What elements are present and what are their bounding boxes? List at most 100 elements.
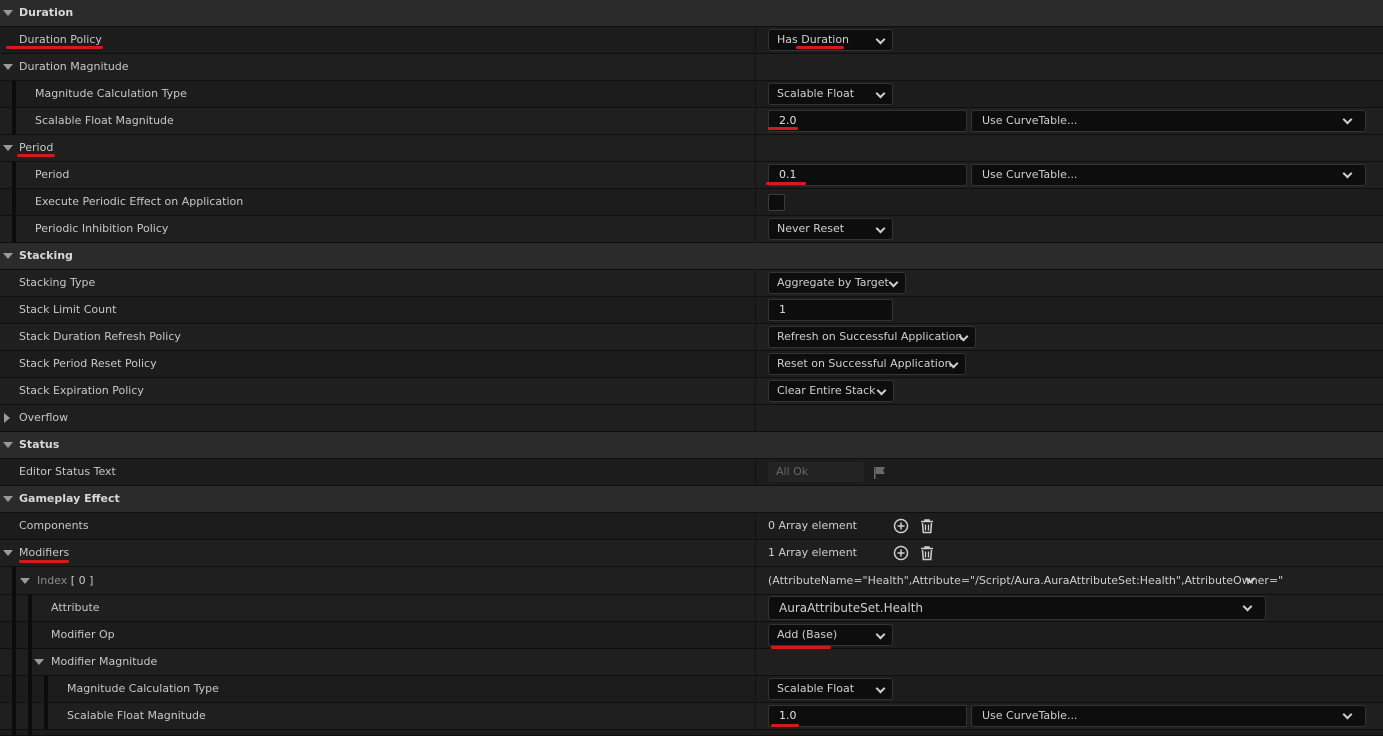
stacking-type-dropdown[interactable]: Aggregate by Target xyxy=(768,272,906,294)
trash-icon[interactable] xyxy=(919,545,935,561)
dropdown-value: Add (Base) xyxy=(777,628,838,641)
dropdown-chevron-icon xyxy=(875,88,886,99)
dropdown-value: Scalable Float xyxy=(777,682,855,695)
row-stack-reset: Stack Period Reset Policy Reset on Succe… xyxy=(0,351,1383,378)
collapse-triangle-icon[interactable] xyxy=(3,550,13,556)
dropdown-value: Clear Entire Stack xyxy=(777,384,876,397)
property-label: Stack Duration Refresh Policy xyxy=(19,330,181,343)
property-label: Execute Periodic Effect on Application xyxy=(35,195,244,208)
add-element-icon[interactable] xyxy=(893,545,909,561)
annotation-underline xyxy=(771,724,799,727)
modifier-calc-type-dropdown[interactable]: Scalable Float xyxy=(768,678,893,700)
group-label: Period xyxy=(19,141,54,154)
category-label: Gameplay Effect xyxy=(19,492,120,505)
duration-curvetable-dropdown[interactable]: Use CurveTable... xyxy=(971,110,1366,132)
row-attribute: Attribute AuraAttributeSet.Health xyxy=(0,595,1383,622)
dropdown-chevron-icon xyxy=(875,683,886,694)
stack-limit-input[interactable]: 1 xyxy=(768,299,893,321)
category-gameplay-effect[interactable]: Gameplay Effect xyxy=(0,486,1383,513)
dropdown-chevron-icon xyxy=(875,629,886,640)
annotation-underline xyxy=(766,182,806,185)
annotation-underline xyxy=(19,560,69,563)
property-label: Attribute xyxy=(51,601,100,614)
group-label: Duration Magnitude xyxy=(19,60,129,73)
annotation-underline xyxy=(771,646,831,649)
property-label: Stack Period Reset Policy xyxy=(19,357,157,370)
row-modifiers[interactable]: Modifiers 1 Array element xyxy=(0,540,1383,567)
collapse-triangle-icon[interactable] xyxy=(3,442,13,448)
row-period: Period 0.1 Use CurveTable... xyxy=(0,162,1383,189)
add-element-icon[interactable] xyxy=(893,518,909,534)
inhibition-policy-dropdown[interactable]: Never Reset xyxy=(768,218,893,240)
property-label: Modifier Op xyxy=(51,628,115,641)
collapse-triangle-icon[interactable] xyxy=(3,64,13,70)
row-editor-status: Editor Status Text All Ok xyxy=(0,459,1383,486)
collapse-triangle-icon[interactable] xyxy=(3,145,13,151)
dropdown-chevron-icon xyxy=(875,223,886,234)
modifiers-count: 1 Array element xyxy=(768,546,857,559)
annotation-underline xyxy=(17,154,55,157)
row-stack-refresh: Stack Duration Refresh Policy Refresh on… xyxy=(0,324,1383,351)
stack-refresh-dropdown[interactable]: Refresh on Successful Application xyxy=(768,326,976,348)
group-label: Overflow xyxy=(19,411,69,424)
dropdown-value: AuraAttributeSet.Health xyxy=(779,601,924,615)
collapse-triangle-icon[interactable] xyxy=(3,10,13,16)
components-count: 0 Array element xyxy=(768,519,857,532)
group-overflow[interactable]: Overflow xyxy=(0,405,1383,432)
property-label: Magnitude Calculation Type xyxy=(67,682,219,695)
flag-icon[interactable] xyxy=(873,466,887,480)
row-inhibition-policy: Periodic Inhibition Policy Never Reset xyxy=(0,216,1383,243)
group-duration-magnitude[interactable]: Duration Magnitude xyxy=(0,54,1383,81)
category-label: Stacking xyxy=(19,249,73,262)
row-modifier-calc-type: Magnitude Calculation Type Scalable Floa… xyxy=(0,676,1383,703)
annotation-underline xyxy=(768,127,798,130)
dropdown-chevron-icon xyxy=(888,277,899,288)
index-summary: (AttributeName="Health",Attribute="/Scri… xyxy=(768,574,1284,587)
period-curvetable-dropdown[interactable]: Use CurveTable... xyxy=(971,164,1366,186)
collapse-triangle-icon[interactable] xyxy=(34,659,44,665)
category-stacking[interactable]: Stacking xyxy=(0,243,1383,270)
category-label: Status xyxy=(19,438,60,451)
property-label: Periodic Inhibition Policy xyxy=(35,222,169,235)
dropdown-value: Use CurveTable... xyxy=(982,114,1078,127)
dropdown-value: Refresh on Successful Application xyxy=(777,330,963,343)
dropdown-chevron-icon xyxy=(1242,601,1253,612)
duration-calc-type-dropdown[interactable]: Scalable Float xyxy=(768,83,893,105)
details-panel: Duration Duration Policy Has Duration Du… xyxy=(0,0,1383,736)
modifier-curvetable-dropdown[interactable]: Use CurveTable... xyxy=(971,705,1366,727)
row-modifier-scalable: Scalable Float Magnitude 1.0 Use CurveTa… xyxy=(0,703,1383,730)
property-label: Editor Status Text xyxy=(19,465,116,478)
collapse-triangle-icon[interactable] xyxy=(20,578,30,584)
row-partial xyxy=(0,730,1383,736)
dropdown-value: Scalable Float xyxy=(777,87,855,100)
execute-periodic-checkbox[interactable] xyxy=(768,194,785,211)
collapse-triangle-icon[interactable] xyxy=(3,496,13,502)
dropdown-value: Use CurveTable... xyxy=(982,168,1078,181)
property-label: Stacking Type xyxy=(19,276,96,289)
annotation-underline xyxy=(6,46,103,49)
property-label: Duration Policy xyxy=(19,33,102,46)
attribute-dropdown[interactable]: AuraAttributeSet.Health xyxy=(768,596,1266,620)
expand-triangle-icon[interactable] xyxy=(4,413,10,423)
dropdown-value: Never Reset xyxy=(777,222,845,235)
property-label: Stack Expiration Policy xyxy=(19,384,144,397)
stack-reset-dropdown[interactable]: Reset on Successful Application xyxy=(768,353,966,375)
collapse-triangle-icon[interactable] xyxy=(3,253,13,259)
category-status[interactable]: Status xyxy=(0,432,1383,459)
property-label: Components xyxy=(19,519,89,532)
row-execute-periodic: Execute Periodic Effect on Application xyxy=(0,189,1383,216)
group-period[interactable]: Period xyxy=(0,135,1383,162)
dropdown-value: Use CurveTable... xyxy=(982,709,1078,722)
dropdown-chevron-icon xyxy=(876,385,887,396)
dropdown-value: Reset on Successful Application xyxy=(777,357,952,370)
trash-icon[interactable] xyxy=(919,518,935,534)
modifier-op-dropdown[interactable]: Add (Base) xyxy=(768,624,893,646)
row-components: Components 0 Array element xyxy=(0,513,1383,540)
row-modifier-index[interactable]: Index [ 0 ] (AttributeName="Health",Attr… xyxy=(0,567,1383,595)
stack-expiration-dropdown[interactable]: Clear Entire Stack xyxy=(768,380,894,402)
property-label: Scalable Float Magnitude xyxy=(67,709,206,722)
row-duration-calc-type: Magnitude Calculation Type Scalable Floa… xyxy=(0,81,1383,108)
row-stack-limit: Stack Limit Count 1 xyxy=(0,297,1383,324)
group-modifier-magnitude[interactable]: Modifier Magnitude xyxy=(0,649,1383,676)
category-duration[interactable]: Duration xyxy=(0,0,1383,27)
